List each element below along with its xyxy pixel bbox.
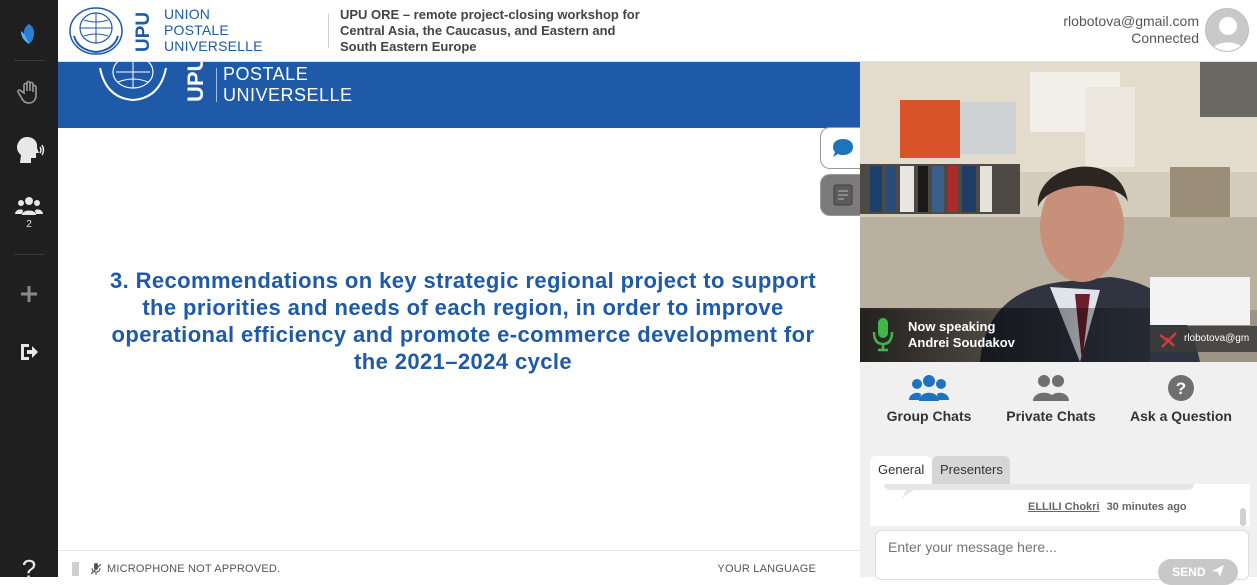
chat-messages: ELLILI Chokri 30 minutes ago — [870, 484, 1250, 526]
ask-question-button[interactable]: ? Ask a Question — [1116, 374, 1246, 424]
participants-button[interactable]: 2 — [0, 186, 58, 238]
notes-toggle-button[interactable] — [820, 174, 864, 216]
help-glyph[interactable]: ? — [0, 554, 58, 585]
slide-upu-wordmark-icon: UPU — [183, 62, 208, 102]
logo-text: UNION POSTALE UNIVERSELLE — [164, 6, 263, 54]
message-author[interactable]: ELLILI Chokri — [1028, 501, 1100, 513]
upu-emblem-icon — [69, 7, 123, 55]
event-title: UPU ORE – remote project-closing worksho… — [340, 7, 640, 54]
chat-toggle-button[interactable] — [820, 127, 864, 169]
group-chats-button[interactable]: Group Chats — [864, 374, 994, 424]
raise-hand-icon[interactable] — [0, 70, 58, 114]
now-speaking-bar: Now speaking Andrei Soudakov — [860, 308, 1150, 362]
slide-body-text: 3. Recommendations on key strategic regi… — [109, 268, 817, 374]
speaker-video: Now speaking Andrei Soudakov rlobotova@g… — [860, 62, 1257, 362]
mic-active-icon — [872, 318, 894, 352]
send-arrow-icon — [1211, 565, 1224, 577]
svg-text:UPU: UPU — [134, 12, 154, 52]
upu-wordmark-icon: UPU — [134, 12, 154, 52]
slide-emblem-icon — [99, 58, 167, 102]
chat-bubble-icon — [832, 139, 853, 157]
self-view-label: rlobotova@gm — [1150, 326, 1257, 352]
private-chats-button[interactable]: Private Chats — [986, 374, 1116, 424]
slide-banner-text: POSTALE UNIVERSELLE — [223, 64, 353, 105]
tab-presenters[interactable]: Presenters — [932, 456, 1010, 484]
chat-panel: Group Chats Private Chats ? Ask a Questi… — [860, 362, 1257, 585]
message-time: 30 minutes ago — [1106, 501, 1187, 513]
message-input-box: SEND — [875, 530, 1249, 585]
slide-banner: UPU POSTALE UNIVERSELLE — [58, 58, 860, 128]
mic-off-icon — [91, 563, 101, 575]
tab-general[interactable]: General — [870, 456, 932, 484]
svg-text:?: ? — [1176, 379, 1186, 398]
question-icon: ? — [1168, 375, 1194, 401]
group-icon — [909, 375, 949, 401]
mic-status: MICROPHONE NOT APPROVED. — [72, 562, 280, 576]
message-bubble-tail — [884, 484, 1194, 498]
notes-icon — [833, 184, 852, 206]
svg-text:UPU: UPU — [183, 62, 208, 102]
top-header: UPU UNION POSTALE UNIVERSELLE UPU ORE – … — [58, 0, 1257, 62]
user-avatar[interactable] — [1205, 8, 1249, 52]
add-icon[interactable] — [0, 272, 58, 316]
participant-count: 2 — [26, 218, 32, 230]
language-selector[interactable]: YOUR LANGUAGE — [717, 563, 816, 575]
chat-scrollbar[interactable] — [1240, 508, 1246, 526]
left-toolbar: 2 ? — [0, 0, 58, 584]
exit-icon[interactable] — [0, 330, 58, 374]
connection-status: Connected — [1131, 30, 1199, 46]
private-chat-icon — [1033, 375, 1069, 401]
message-meta: ELLILI Chokri 30 minutes ago — [1028, 501, 1187, 513]
send-button[interactable]: SEND — [1158, 559, 1238, 585]
now-speaking-label: Now speaking — [908, 319, 996, 334]
message-input[interactable] — [888, 539, 1188, 555]
presentation-slide: UPU POSTALE UNIVERSELLE 3. Recommendatio… — [58, 58, 860, 550]
speaker-name: Andrei Soudakov — [908, 335, 1015, 350]
bottom-status-bar: MICROPHONE NOT APPROVED. YOUR LANGUAGE — [58, 550, 860, 577]
participants-icon — [15, 196, 43, 215]
speaker-icon[interactable] — [0, 128, 58, 172]
app-logo-icon[interactable] — [0, 12, 58, 56]
user-email: rlobotova@gmail.com — [1063, 13, 1199, 29]
camera-off-icon — [1159, 332, 1177, 348]
